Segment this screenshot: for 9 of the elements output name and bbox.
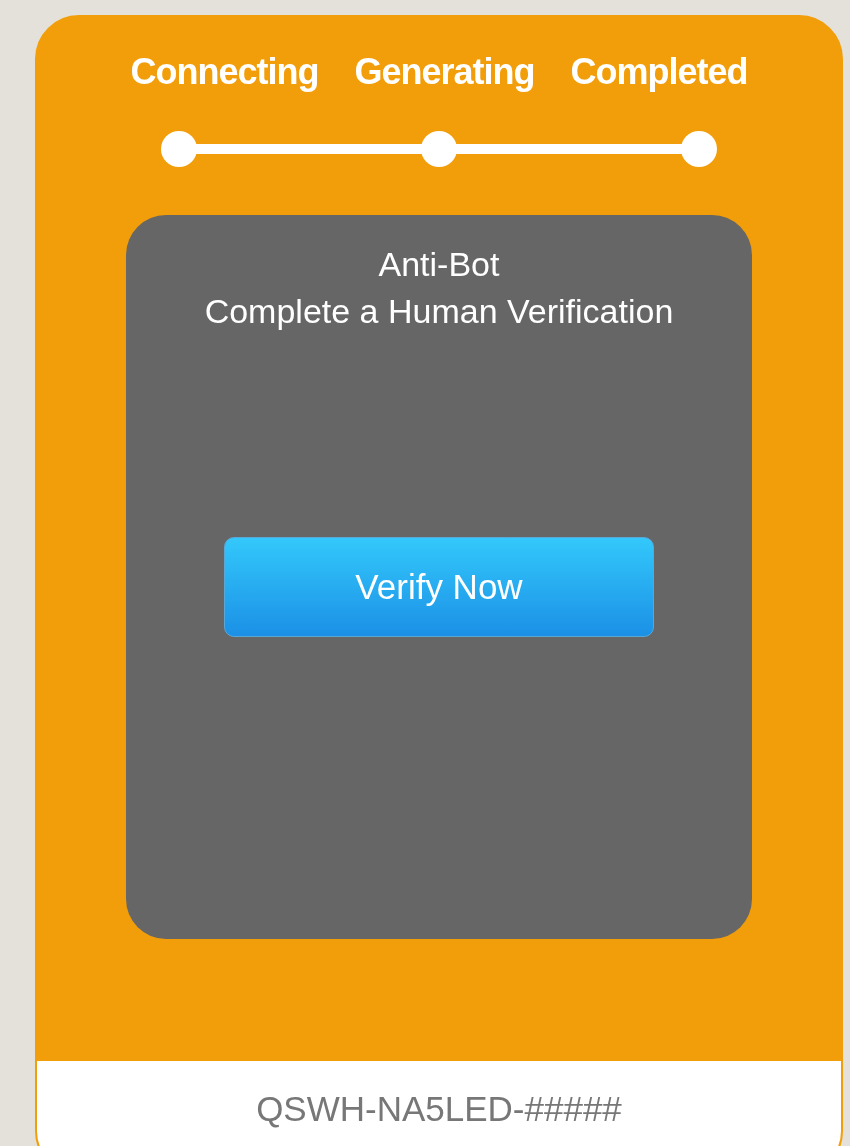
step-label: Connecting (130, 51, 319, 93)
panel-title: Anti-Bot (378, 245, 500, 284)
verify-button[interactable]: Verify Now (224, 537, 654, 637)
step-dot (681, 131, 717, 167)
code-text: QSWH-NA5LED-##### (256, 1089, 622, 1130)
step-label: Completed (570, 51, 748, 93)
panel-subtitle: Complete a Human Verification (204, 292, 674, 331)
step-label: Generating (354, 51, 535, 93)
step-dot (161, 131, 197, 167)
